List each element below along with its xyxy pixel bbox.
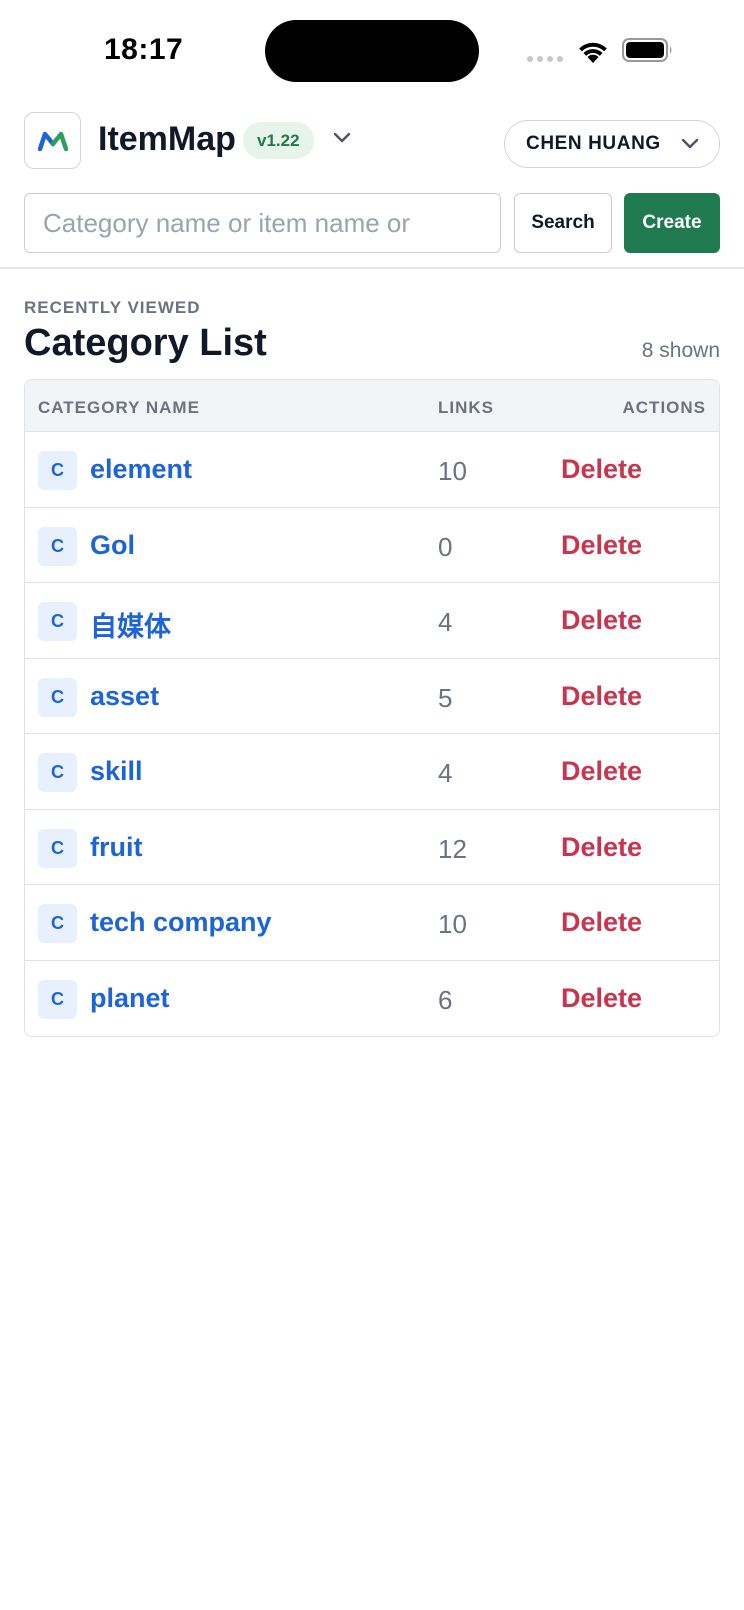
table-header: CATEGORY NAME LINKS ACTIONS	[25, 380, 719, 432]
links-count: 4	[438, 607, 453, 637]
app-logo[interactable]	[24, 112, 81, 169]
links-count: 4	[438, 758, 453, 788]
search-input[interactable]	[24, 193, 501, 253]
create-button[interactable]: Create	[624, 193, 720, 253]
category-icon: C	[38, 602, 77, 641]
category-table: CATEGORY NAME LINKS ACTIONS C element 10…	[24, 379, 720, 1037]
links-count: 5	[438, 682, 453, 713]
column-header-actions: ACTIONS	[622, 398, 706, 417]
section-eyebrow: RECENTLY VIEWED	[24, 298, 201, 317]
links-count: 10	[438, 909, 467, 939]
delete-button[interactable]: Delete	[561, 983, 642, 1014]
links-count: 12	[438, 833, 467, 864]
user-menu-button[interactable]: CHEN HUANG	[504, 120, 720, 168]
header-divider	[0, 267, 744, 269]
table-row: C planet 6 Delete	[25, 961, 719, 1037]
status-bar: 18:17	[0, 0, 744, 100]
chevron-down-icon[interactable]	[332, 131, 352, 145]
category-icon: C	[38, 677, 77, 717]
app-title: ItemMap	[98, 120, 236, 158]
wifi-icon	[579, 42, 607, 63]
category-link[interactable]: asset	[90, 681, 159, 712]
table-row: C asset 5 Delete	[25, 659, 719, 734]
delete-button[interactable]: Delete	[561, 454, 642, 485]
category-icon: C	[38, 828, 77, 868]
table-row: C fruit 12 Delete	[25, 810, 719, 885]
delete-button[interactable]: Delete	[561, 530, 642, 561]
delete-button[interactable]: Delete	[561, 605, 642, 636]
table-row: C Gol 0 Delete	[25, 508, 719, 583]
category-link[interactable]: Gol	[90, 530, 135, 561]
delete-button[interactable]: Delete	[561, 832, 642, 863]
category-icon: C	[38, 904, 77, 943]
table-row: C 自媒体 4 Delete	[25, 583, 719, 659]
dynamic-island	[265, 20, 479, 82]
search-button[interactable]: Search	[514, 193, 612, 253]
category-icon: C	[38, 753, 77, 792]
category-link[interactable]: planet	[90, 983, 170, 1014]
links-count: 10	[438, 456, 467, 486]
column-header-links: LINKS	[438, 398, 494, 417]
table-row: C tech company 10 Delete	[25, 885, 719, 961]
category-icon: C	[38, 526, 77, 566]
delete-button[interactable]: Delete	[561, 681, 642, 712]
table-row: C element 10 Delete	[25, 432, 719, 508]
table-row: C skill 4 Delete	[25, 734, 719, 810]
page-title: Category List	[24, 322, 267, 364]
status-time: 18:17	[104, 33, 184, 66]
category-icon: C	[38, 451, 77, 490]
links-count: 0	[438, 531, 453, 562]
chevron-down-icon	[681, 138, 699, 149]
delete-button[interactable]: Delete	[561, 756, 642, 787]
category-icon: C	[38, 979, 77, 1019]
column-header-name: CATEGORY NAME	[38, 398, 200, 417]
battery-icon	[622, 38, 672, 62]
category-link[interactable]: 自媒体	[90, 605, 171, 644]
user-name: CHEN HUANG	[526, 133, 661, 154]
delete-button[interactable]: Delete	[561, 907, 642, 938]
category-link[interactable]: fruit	[90, 832, 142, 863]
category-link[interactable]: tech company	[90, 907, 272, 938]
version-badge: v1.22	[243, 122, 314, 159]
category-link[interactable]: element	[90, 454, 192, 485]
shown-count: 8 shown	[641, 339, 720, 362]
cellular-signal-icon	[527, 56, 563, 62]
links-count: 6	[438, 984, 453, 1015]
itemmap-logo-icon	[37, 131, 68, 151]
category-link[interactable]: skill	[90, 756, 143, 787]
